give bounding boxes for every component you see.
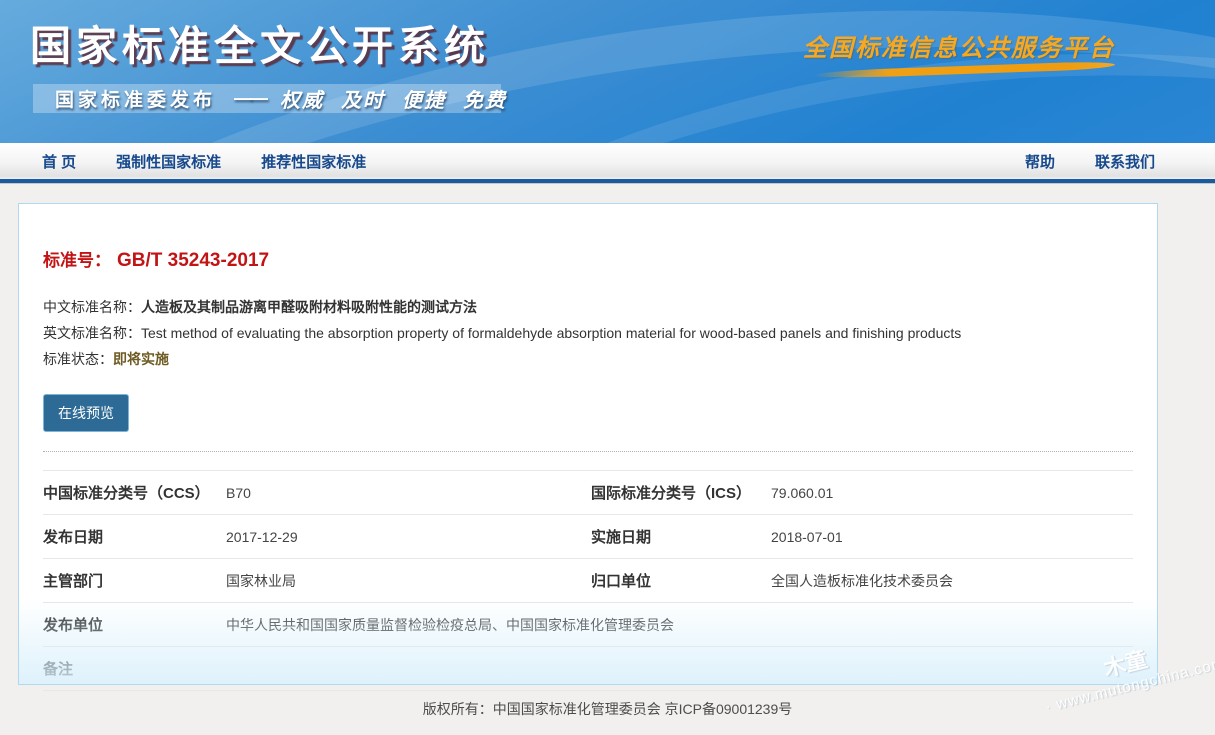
status-badge: 即将实施 [113, 351, 169, 367]
standard-number-value: GB/T 35243-2017 [117, 250, 269, 271]
centralized-unit-value: 全国人造板标准化技术委员会 [771, 571, 1133, 591]
standard-detail-card: 标准号： GB/T 35243-2017 中文标准名称：人造板及其制品游离甲醛吸附… [18, 203, 1158, 685]
site-title[interactable]: 国家标准全文公开系统 [30, 12, 490, 72]
standard-info-table: 中国标准分类号（CCS） B70 国际标准分类号（ICS） 79.060.01 … [43, 470, 1133, 691]
standard-number-row: 标准号： GB/T 35243-2017 [43, 246, 1133, 272]
main-nav: 首 页 强制性国家标准 推荐性国家标准 帮助 联系我们 [0, 143, 1215, 183]
table-row: 主管部门 国家林业局 归口单位 全国人造板标准化技术委员会 [43, 558, 1133, 602]
ccs-label: 中国标准分类号（CCS） [43, 482, 226, 503]
competent-dept-value: 国家林业局 [226, 571, 591, 591]
ccs-value: B70 [226, 485, 591, 501]
table-row: 中国标准分类号（CCS） B70 国际标准分类号（ICS） 79.060.01 [43, 470, 1133, 514]
remarks-label: 备注 [43, 658, 226, 679]
table-row: 发布单位 中华人民共和国国家质量监督检验检疫总局、中国国家标准化管理委员会 [43, 602, 1133, 646]
nav-item-contact[interactable]: 联系我们 [1095, 151, 1155, 172]
table-row: 备注 [43, 646, 1133, 690]
cn-name-row: 中文标准名称：人造板及其制品游离甲醛吸附材料吸附性能的测试方法 [43, 294, 1133, 320]
slogan-words: 权威 及时 便捷 免费 [280, 84, 507, 113]
nav-item-home[interactable]: 首 页 [42, 151, 76, 172]
implement-date-label: 实施日期 [591, 526, 771, 547]
en-name-label: 英文标准名称： [43, 325, 141, 341]
dotted-divider [43, 451, 1133, 452]
en-name-row: 英文标准名称：Test method of evaluating the abs… [43, 320, 1133, 346]
standard-number-label: 标准号： [43, 251, 111, 270]
publish-date-label: 发布日期 [43, 526, 226, 547]
platform-logo[interactable]: 全国标准信息公共服务平台 [803, 28, 1115, 74]
copyright-text: 版权所有：中国国家标准化管理委员会 京ICP备09001239号 [423, 701, 793, 717]
page: 国家标准全文公开系统 国家标准委发布 —— 权威 及时 便捷 免费 全国标准信息… [0, 0, 1215, 719]
competent-dept-label: 主管部门 [43, 570, 226, 591]
nav-item-help[interactable]: 帮助 [1025, 151, 1055, 172]
platform-logo-text: 全国标准信息公共服务平台 [803, 28, 1115, 63]
table-row: 发布日期 2017-12-29 实施日期 2018-07-01 [43, 514, 1133, 558]
issuing-unit-label: 发布单位 [43, 614, 226, 635]
en-name-value: Test method of evaluating the absorption… [141, 325, 961, 341]
site-header: 国家标准全文公开系统 国家标准委发布 —— 权威 及时 便捷 免费 全国标准信息… [0, 0, 1215, 143]
cn-name-label: 中文标准名称： [43, 299, 141, 315]
nav-item-mandatory-standards[interactable]: 强制性国家标准 [116, 151, 221, 172]
status-label: 标准状态： [43, 351, 113, 367]
online-preview-button[interactable]: 在线预览 [43, 394, 129, 432]
cn-name-value: 人造板及其制品游离甲醛吸附材料吸附性能的测试方法 [141, 299, 477, 315]
publisher-label: 国家标准委发布 [55, 85, 216, 112]
implement-date-value: 2018-07-01 [771, 529, 1133, 545]
nav-item-recommended-standards[interactable]: 推荐性国家标准 [261, 151, 366, 172]
issuing-unit-value: 中华人民共和国国家质量监督检验检疫总局、中国国家标准化管理委员会 [226, 615, 1133, 635]
page-footer: 版权所有：中国国家标准化管理委员会 京ICP备09001239号 [0, 699, 1215, 719]
ics-value: 79.060.01 [771, 485, 1133, 501]
publish-date-value: 2017-12-29 [226, 529, 591, 545]
standard-names-block: 中文标准名称：人造板及其制品游离甲醛吸附材料吸附性能的测试方法 英文标准名称：T… [43, 294, 1133, 372]
centralized-unit-label: 归口单位 [591, 570, 771, 591]
ics-label: 国际标准分类号（ICS） [591, 482, 771, 503]
status-row: 标准状态：即将实施 [43, 346, 1133, 372]
slogan-dash: —— [234, 88, 266, 109]
header-slogan-banner: 国家标准委发布 —— 权威 及时 便捷 免费 [33, 84, 501, 113]
